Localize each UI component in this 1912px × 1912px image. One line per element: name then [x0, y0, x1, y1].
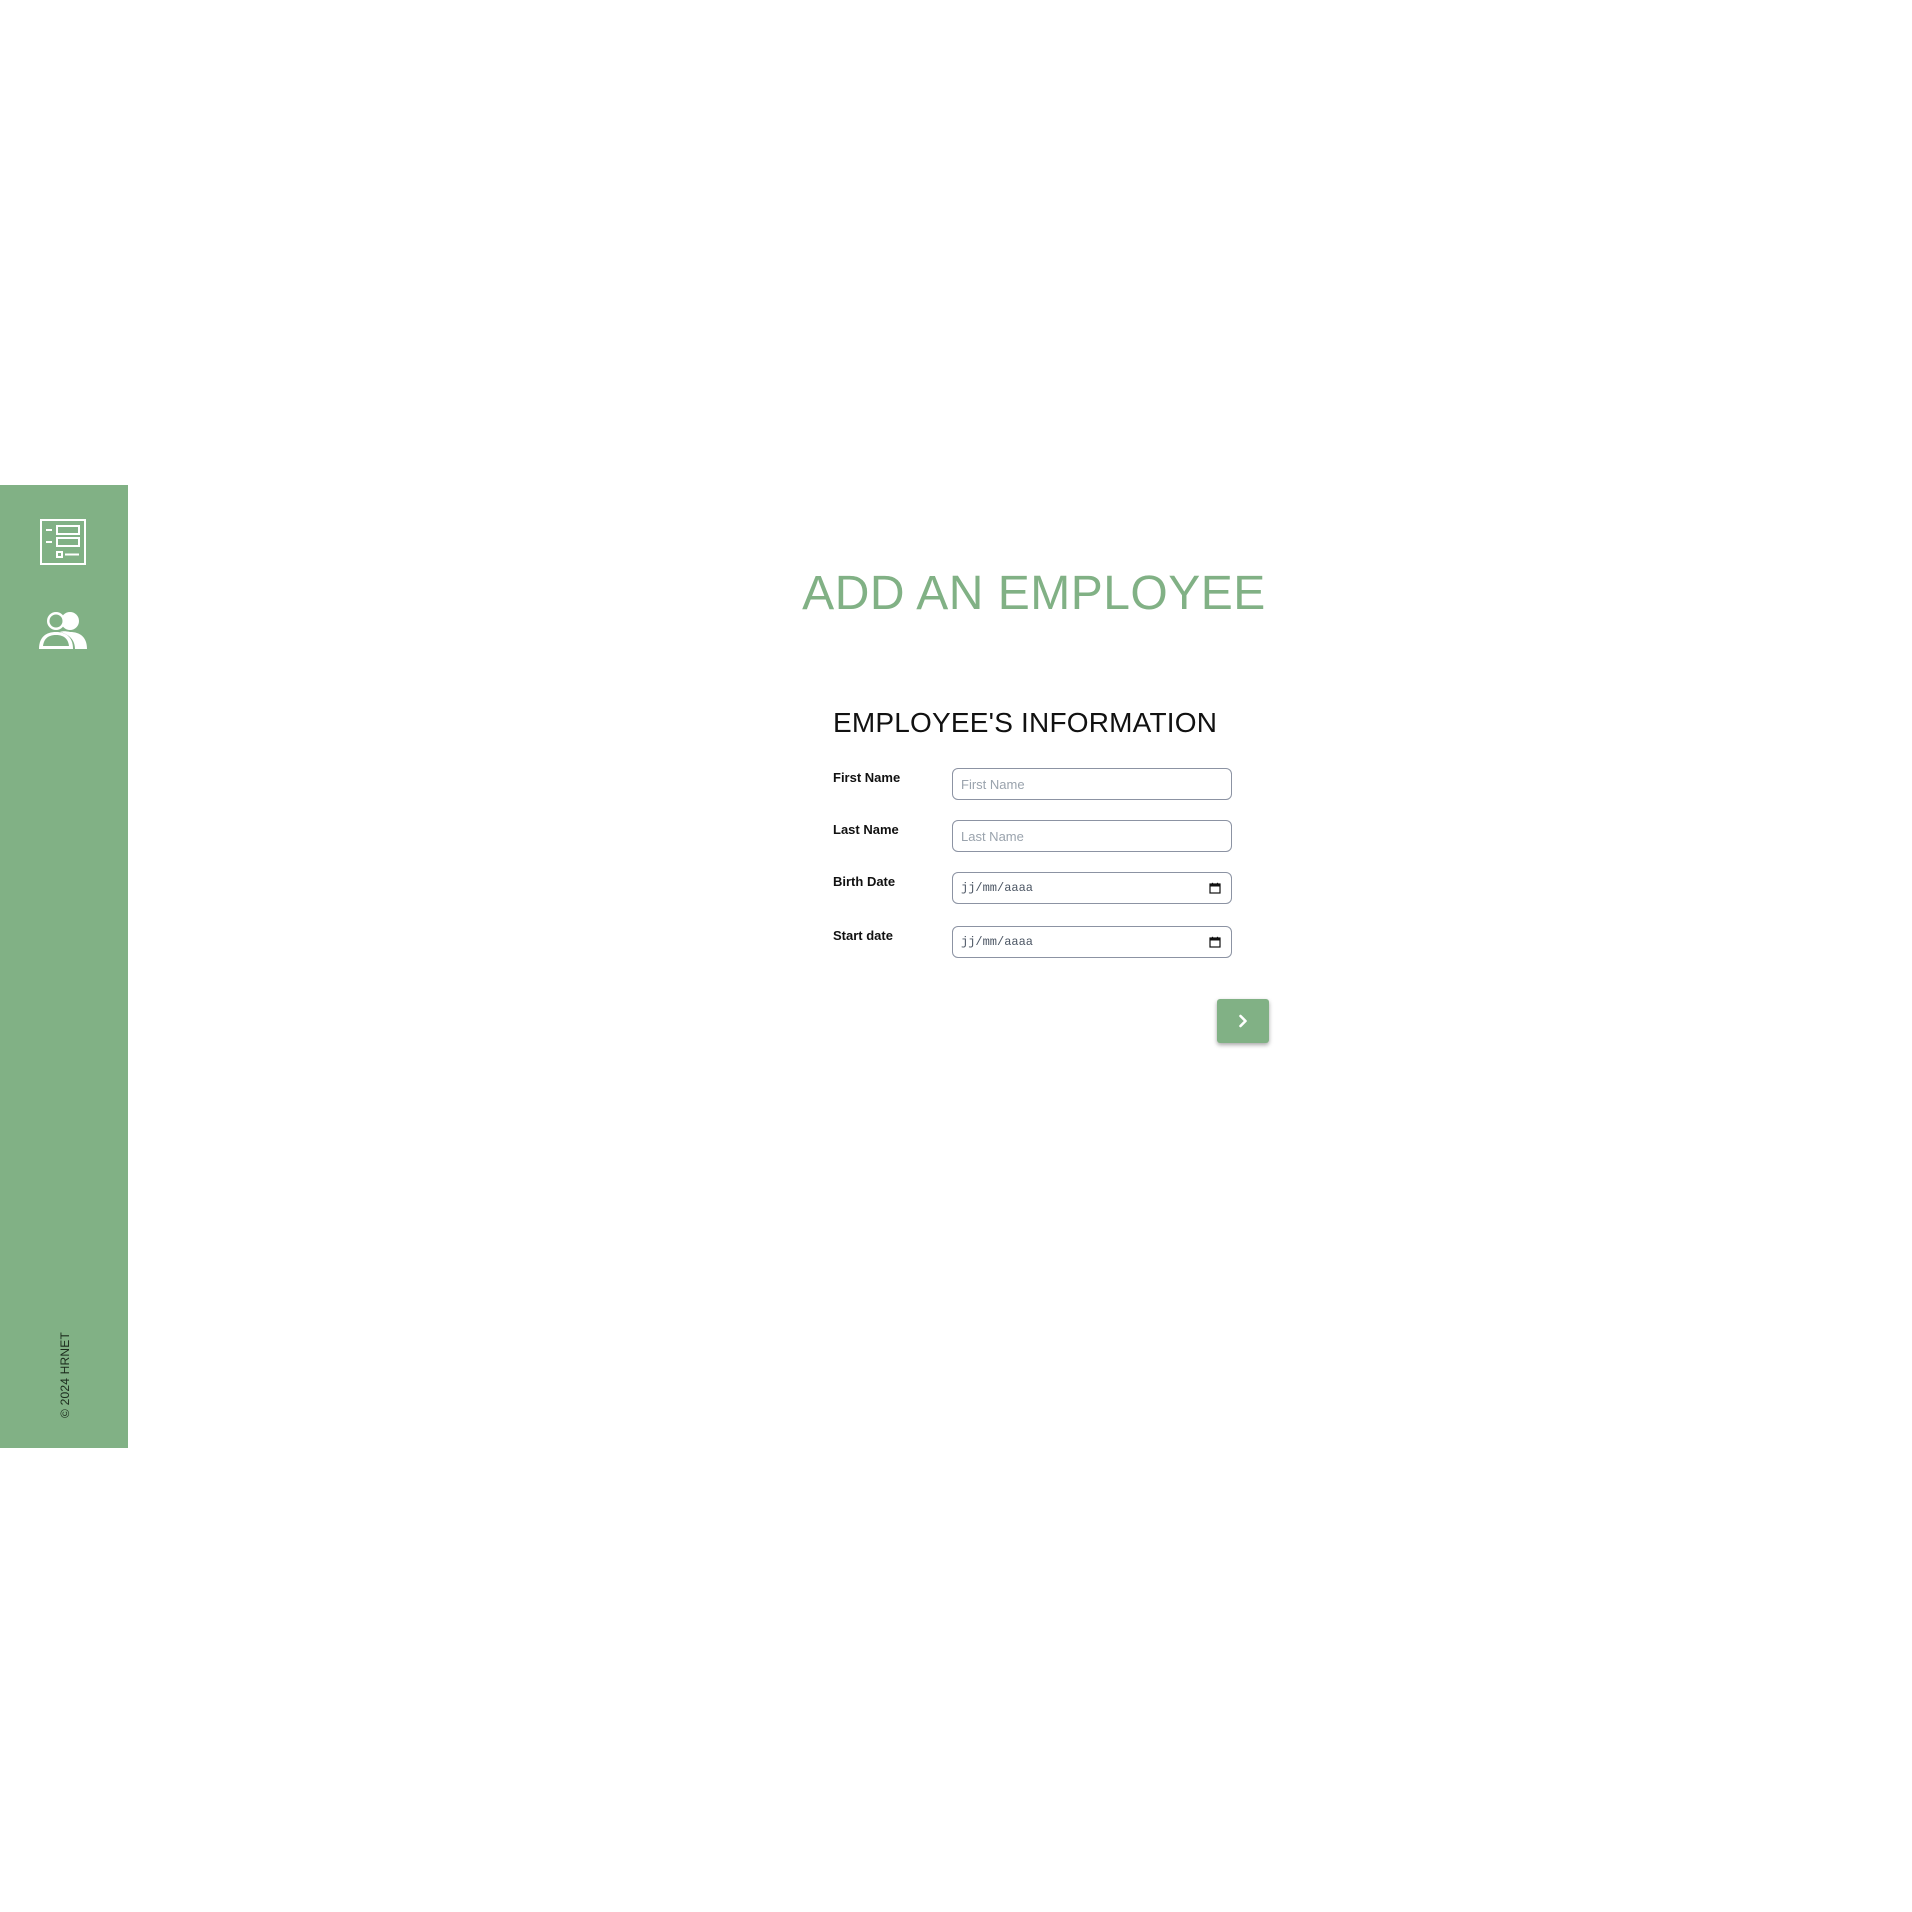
- birth-date-row: Birth Date jj/mm/aaaa: [833, 872, 1233, 908]
- next-button[interactable]: [1217, 999, 1269, 1043]
- chevron-right-icon: [1239, 1014, 1247, 1028]
- section-title: EMPLOYEE'S INFORMATION: [833, 707, 1218, 738]
- first-name-field-box: [952, 768, 1232, 800]
- last-name-field-box: [952, 820, 1232, 852]
- start-date-label: Start date: [833, 928, 893, 943]
- first-name-input[interactable]: [961, 776, 1223, 792]
- birth-date-placeholder: jj/mm/aaaa: [961, 881, 1034, 895]
- start-date-input[interactable]: jj/mm/aaaa: [952, 926, 1232, 958]
- calendar-icon[interactable]: [1209, 936, 1221, 948]
- last-name-input[interactable]: [961, 828, 1223, 844]
- app-canvas: © 2024 HRNET ADD AN EMPLOYEE EMPLOYEE'S …: [0, 0, 1912, 1912]
- birth-date-label: Birth Date: [833, 874, 896, 889]
- last-name-row: Last Name: [833, 820, 1233, 856]
- list-icon[interactable]: [36, 517, 90, 567]
- birth-date-input[interactable]: jj/mm/aaaa: [952, 872, 1232, 904]
- sidebar: [0, 485, 128, 1448]
- page-title: ADD AN EMPLOYEE: [802, 567, 1266, 620]
- calendar-icon[interactable]: [1209, 882, 1221, 894]
- first-name-row: First Name: [833, 768, 1233, 804]
- start-date-row: Start date jj/mm/aaaa: [833, 926, 1233, 962]
- first-name-label: First Name: [833, 770, 901, 785]
- start-date-placeholder: jj/mm/aaaa: [961, 935, 1034, 949]
- copyright-text: © 2024 HRNET: [58, 1332, 72, 1418]
- last-name-label: Last Name: [833, 822, 899, 837]
